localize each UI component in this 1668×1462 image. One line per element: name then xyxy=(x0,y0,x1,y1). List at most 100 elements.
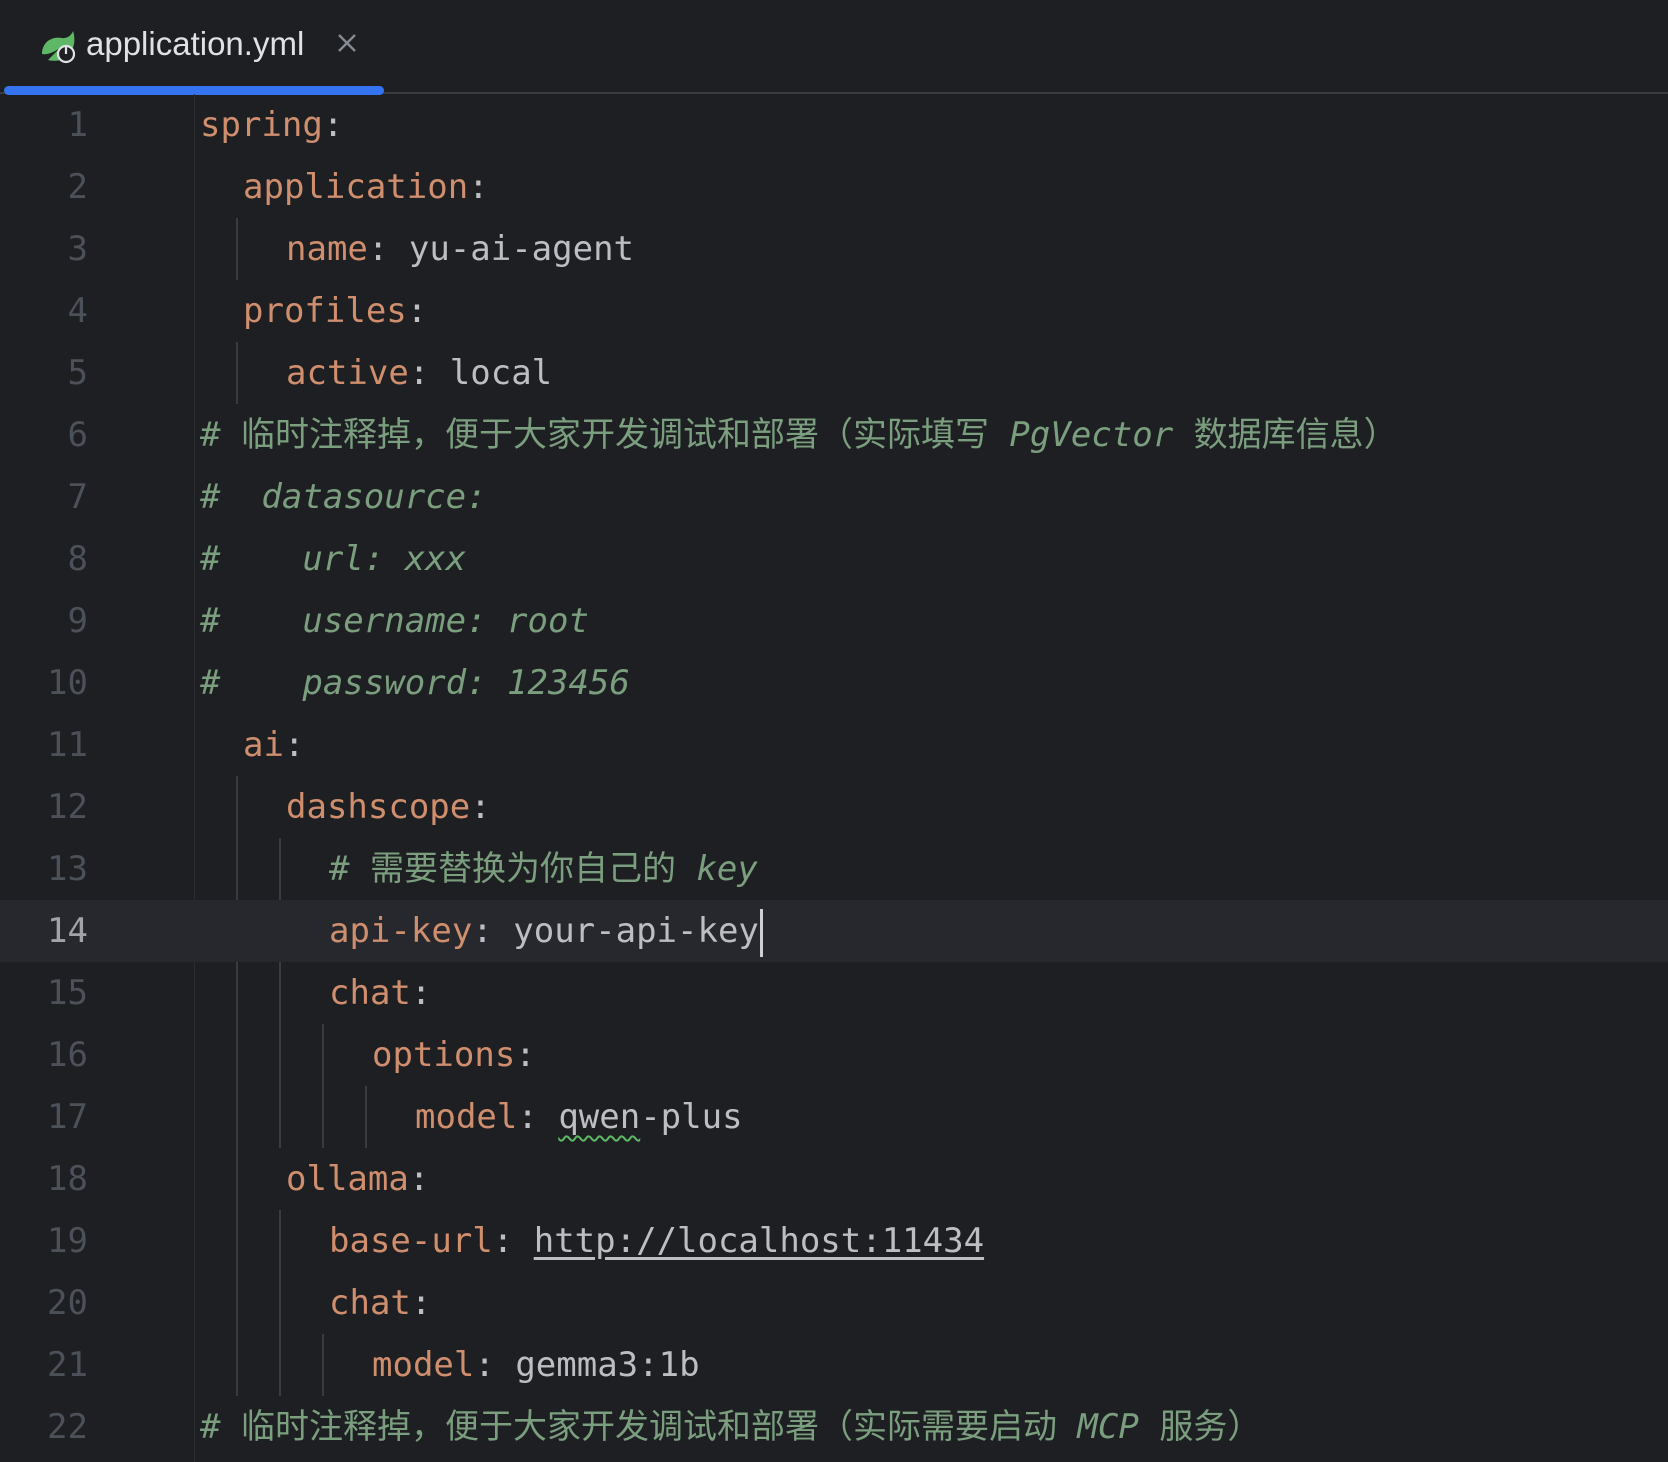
code-text: chat: xyxy=(329,1272,431,1334)
code-line[interactable]: 6 # 临时注释掉，便于大家开发调试和部署（实际填写 PgVector 数据库信… xyxy=(0,404,1668,466)
yaml-separator: : xyxy=(322,105,344,145)
yaml-key: base-url xyxy=(329,1221,493,1261)
yaml-separator: : xyxy=(472,911,514,951)
code-line[interactable]: 1 spring: xyxy=(0,94,1668,156)
yaml-value: your-api-key xyxy=(513,911,759,951)
yaml-separator: : xyxy=(492,1221,534,1261)
line-number: 16 xyxy=(47,1035,88,1075)
editor-tab-bar: application.yml xyxy=(0,0,1668,95)
line-number: 14 xyxy=(47,911,88,951)
code-line[interactable]: 16 options: xyxy=(0,1024,1668,1086)
line-number: 9 xyxy=(67,601,88,641)
yaml-separator: : xyxy=(408,353,450,393)
yaml-key: chat xyxy=(329,1283,411,1323)
yaml-comment: # 临时注释掉，便于大家开发调试和部署（实际填写 PgVector 数据库信息） xyxy=(200,404,1398,466)
yaml-comment: # datasource: xyxy=(200,477,487,517)
code-text: active: local xyxy=(286,342,552,404)
tab-filename: application.yml xyxy=(86,25,305,62)
line-number: 4 xyxy=(67,291,88,331)
code-line[interactable]: 2 application: xyxy=(0,156,1668,218)
line-number: 21 xyxy=(47,1345,88,1385)
yaml-comment: # 临时注释掉，便于大家开发调试和部署（实际需要启动 MCP 服务） xyxy=(200,1396,1261,1458)
code-line[interactable]: 19 base-url: http://localhost:11434 xyxy=(0,1210,1668,1272)
code-line[interactable]: 15 chat: xyxy=(0,962,1668,1024)
yaml-key: model xyxy=(415,1097,518,1137)
code-text: ai: xyxy=(243,714,304,776)
code-line[interactable]: 5 active: local xyxy=(0,342,1668,404)
comment-text: MCP xyxy=(1077,1407,1139,1447)
code-text: base-url: http://localhost:11434 xyxy=(329,1210,984,1272)
code-line[interactable]: 13 # 需要替换为你自己的 key xyxy=(0,838,1668,900)
comment-text: 数据库信息） xyxy=(1173,415,1398,455)
code-line[interactable]: 21 model: gemma3:1b xyxy=(0,1334,1668,1396)
yaml-key: ollama xyxy=(286,1159,409,1199)
code-line[interactable]: 20 chat: xyxy=(0,1272,1668,1334)
code-text: application: xyxy=(243,156,489,218)
comment-text: PgVector xyxy=(1009,415,1174,455)
spellcheck-typo[interactable]: qwen xyxy=(558,1097,640,1137)
code-line[interactable]: 9 # username: root xyxy=(0,590,1668,652)
yaml-comment: # username: root xyxy=(200,601,589,641)
yaml-separator: : xyxy=(283,725,305,765)
yaml-comment: # 需要替换为你自己的 key xyxy=(329,838,758,900)
code-line[interactable]: 22 # 临时注释掉，便于大家开发调试和部署（实际需要启动 MCP 服务） xyxy=(0,1396,1668,1458)
code-line[interactable]: 11 ai: xyxy=(0,714,1668,776)
line-number: 15 xyxy=(47,973,88,1013)
comment-text: # 需要替换为你自己的 xyxy=(329,849,697,889)
yaml-value: gemma3:1b xyxy=(515,1345,700,1385)
code-text: name: yu-ai-agent xyxy=(286,218,634,280)
yaml-separator: : xyxy=(367,229,409,269)
yaml-key: spring xyxy=(200,105,323,145)
url-link[interactable]: http://localhost:11434 xyxy=(534,1221,984,1261)
code-text: api-key: your-api-key xyxy=(329,900,763,962)
code-line[interactable]: 3 name: yu-ai-agent xyxy=(0,218,1668,280)
yaml-key: profiles xyxy=(243,291,407,331)
comment-text: 服务） xyxy=(1138,1407,1262,1447)
yaml-key: active xyxy=(286,353,409,393)
yaml-key: chat xyxy=(329,973,411,1013)
code-line[interactable]: 18 ollama: xyxy=(0,1148,1668,1210)
comment-text: # 临时注释掉，便于大家开发调试和部署（实际需要启动 xyxy=(200,1407,1078,1447)
yaml-separator: : xyxy=(410,1283,432,1323)
line-number: 6 xyxy=(67,415,88,455)
code-line[interactable]: 8 # url: xxx xyxy=(0,528,1668,590)
yaml-comment: # url: xxx xyxy=(200,539,467,579)
code-text: dashscope: xyxy=(286,776,491,838)
code-text: options: xyxy=(372,1024,536,1086)
line-number: 17 xyxy=(47,1097,88,1137)
code-line[interactable]: 17 model: qwen-plus xyxy=(0,1086,1668,1148)
yaml-key: options xyxy=(372,1035,516,1075)
comment-text: key xyxy=(696,849,758,889)
line-number: 18 xyxy=(47,1159,88,1199)
code-text: model: qwen-plus xyxy=(415,1086,743,1148)
yaml-separator: : xyxy=(406,291,428,331)
code-text: spring: xyxy=(200,94,343,156)
code-line[interactable]: 7 # datasource: xyxy=(0,466,1668,528)
line-number: 3 xyxy=(67,229,88,269)
code-line[interactable]: 10 # password: 123456 xyxy=(0,652,1668,714)
code-text: ollama: xyxy=(286,1148,429,1210)
line-number: 11 xyxy=(47,725,88,765)
close-icon[interactable] xyxy=(332,28,362,58)
yaml-value: local xyxy=(449,353,553,393)
code-text: profiles: xyxy=(243,280,427,342)
tab-application-yml[interactable]: application.yml xyxy=(4,0,384,94)
line-number: 8 xyxy=(67,539,88,579)
code-editor[interactable]: 1 spring: 2 application: 3 name: yu-ai-a… xyxy=(0,94,1668,1462)
yaml-key: dashscope xyxy=(286,787,471,827)
yaml-key: model xyxy=(372,1345,475,1385)
yaml-separator: : xyxy=(474,1345,516,1385)
comment-text: # 临时注释掉，便于大家开发调试和部署（实际填写 xyxy=(200,415,1010,455)
code-line[interactable]: 12 dashscope: xyxy=(0,776,1668,838)
line-number: 12 xyxy=(47,787,88,827)
yaml-separator: : xyxy=(470,787,491,827)
code-line-current[interactable]: 14 api-key: your-api-key xyxy=(0,900,1668,962)
line-number: 19 xyxy=(47,1221,88,1261)
yaml-key: api-key xyxy=(329,911,473,951)
line-number: 5 xyxy=(67,353,88,393)
line-number: 7 xyxy=(67,477,88,517)
yaml-value: -plus xyxy=(640,1097,743,1137)
code-line[interactable]: 4 profiles: xyxy=(0,280,1668,342)
code-text: chat: xyxy=(329,962,431,1024)
yaml-separator: : xyxy=(468,167,489,207)
